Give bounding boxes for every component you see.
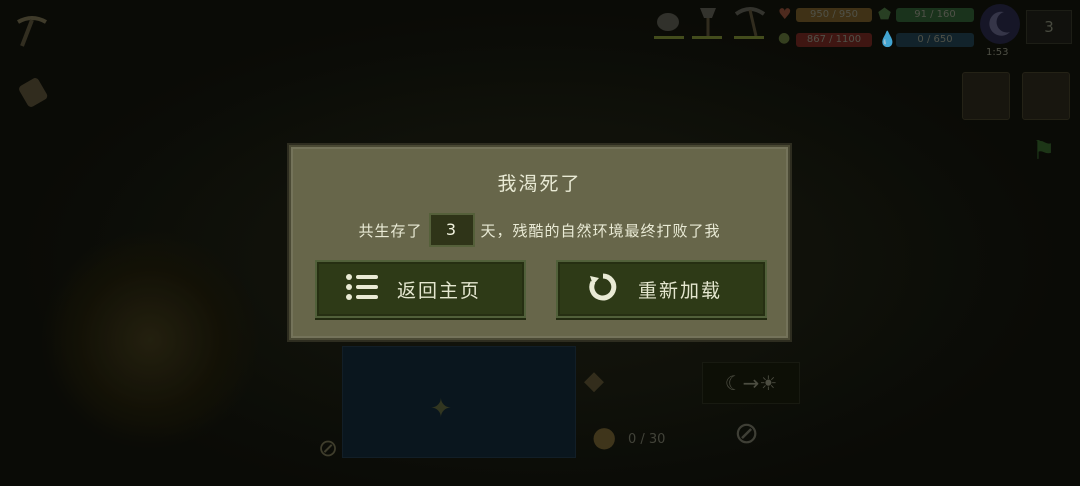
return-home-label: 返回主页 — [397, 279, 482, 302]
dialog-message: 共生存了 3 天，残酷的自然环境最终打败了我 — [291, 213, 788, 247]
message-suffix: 天，残酷的自然环境最终打败了我 — [480, 221, 721, 240]
death-dialog: 我渴死了 共生存了 3 天，残酷的自然环境最终打败了我 返回主页 重新加载 — [289, 145, 790, 340]
reload-button[interactable]: 重新加载 — [556, 260, 767, 318]
dialog-title: 我渴死了 — [497, 173, 582, 195]
return-home-button[interactable]: 返回主页 — [315, 260, 526, 318]
reload-label: 重新加载 — [638, 279, 723, 302]
message-prefix: 共生存了 — [358, 221, 423, 240]
reload-icon — [580, 272, 626, 307]
list-icon — [339, 273, 385, 306]
days-survived-badge: 3 — [428, 213, 475, 247]
